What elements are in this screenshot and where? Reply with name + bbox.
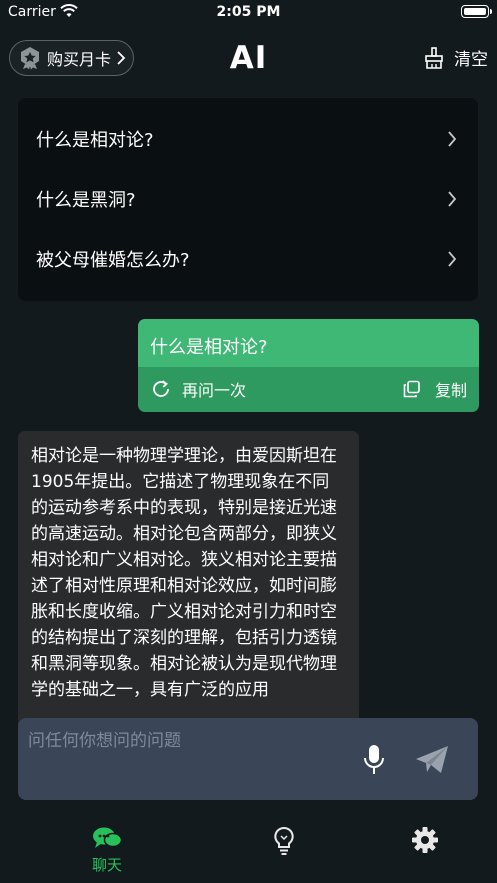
page-title: AI: [229, 40, 268, 76]
user-message-actions: 再问一次 复制: [138, 367, 479, 412]
lightbulb-icon: [274, 826, 294, 855]
microphone-icon[interactable]: [362, 743, 386, 777]
tab-bar: 聊天: [0, 812, 497, 883]
copy-button[interactable]: 复制: [403, 377, 467, 401]
clear-button[interactable]: 清空: [424, 45, 488, 70]
refresh-icon: [153, 380, 169, 397]
user-message-text: 什么是相对论?: [138, 319, 479, 367]
suggested-question[interactable]: 什么是黑洞?: [18, 169, 478, 229]
suggested-question-text: 什么是相对论?: [36, 130, 154, 151]
user-message-bubble: 什么是相对论? 再问一次 复制: [138, 319, 479, 412]
tab-chat[interactable]: 聊天: [82, 826, 132, 875]
ask-again-label: 再问一次: [182, 381, 247, 400]
ai-message-text: 相对论是一种物理学理论，由爱因斯坦在1905年提出。它描述了物理现象在不同的运动…: [31, 446, 337, 700]
chat-icon: [93, 827, 122, 848]
broom-icon: [425, 46, 443, 69]
chevron-right-icon: [448, 191, 457, 207]
suggested-question-text: 什么是黑洞?: [36, 190, 136, 211]
tab-chat-label: 聊天: [91, 856, 122, 874]
send-icon[interactable]: [414, 745, 450, 775]
chevron-right-icon: [448, 131, 457, 147]
copy-icon: [403, 380, 420, 398]
tab-settings[interactable]: [400, 826, 450, 854]
copy-label: 复制: [434, 381, 467, 400]
tab-ideas[interactable]: [259, 826, 309, 856]
chevron-right-icon: [448, 251, 457, 267]
suggested-questions-panel: 什么是相对论? 什么是黑洞? 被父母催婚怎么办?: [18, 98, 478, 301]
gear-icon: [412, 827, 438, 853]
status-bar: Carrier 2:05 PM: [0, 0, 497, 26]
question-input[interactable]: [28, 728, 338, 754]
clear-label: 清空: [454, 50, 488, 70]
battery-icon: [461, 5, 492, 18]
status-time: 2:05 PM: [216, 4, 281, 20]
input-bar: [18, 718, 478, 800]
suggested-question-text: 被父母催婚怎么办?: [36, 250, 190, 271]
ask-again-button[interactable]: 再问一次: [150, 377, 246, 401]
suggested-question[interactable]: 什么是相对论?: [18, 109, 478, 169]
ai-message-bubble: 相对论是一种物理学理论，由爱因斯坦在1905年提出。它描述了物理现象在不同的运动…: [18, 431, 359, 731]
suggested-question[interactable]: 被父母催婚怎么办?: [18, 229, 478, 289]
